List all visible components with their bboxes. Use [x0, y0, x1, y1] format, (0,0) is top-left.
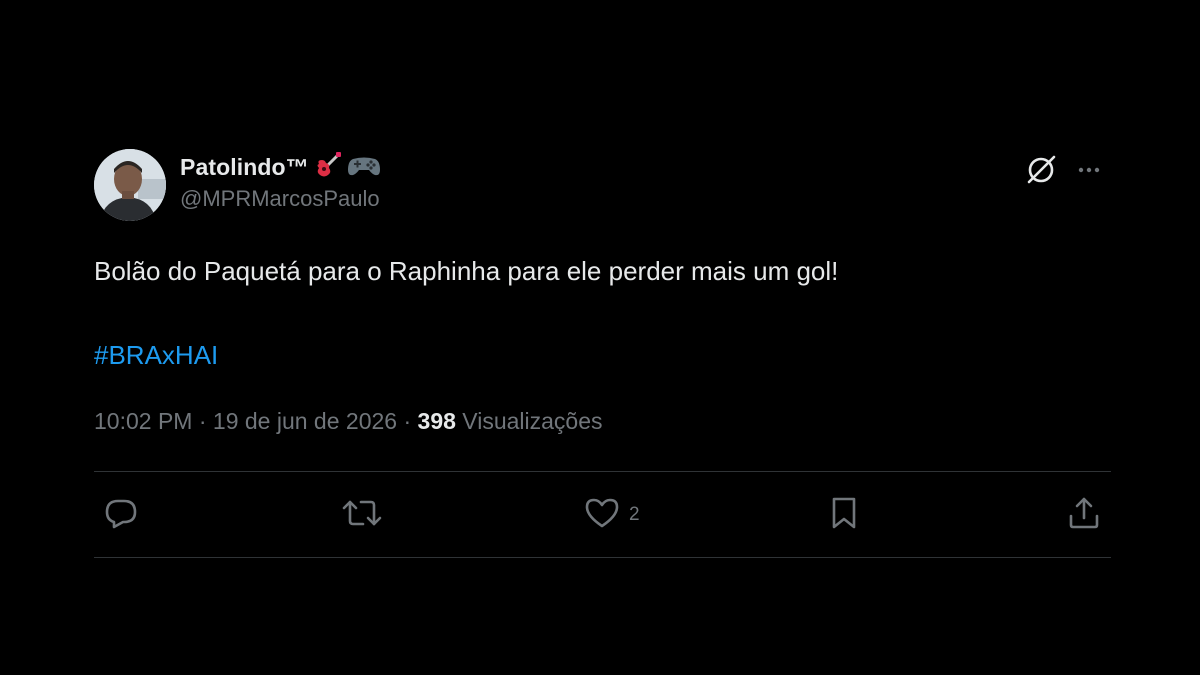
repost-button[interactable] — [341, 496, 391, 534]
tweet-card: Patolindo™ @MPRMarcosPaulo Bolão do Paqu… — [94, 146, 1111, 558]
views-count: 398 — [417, 408, 456, 434]
tweet-text: Bolão do Paquetá para o Raphinha para el… — [94, 256, 839, 286]
meta-separator: · — [403, 408, 412, 434]
user-handle[interactable]: @MPRMarcosPaulo — [180, 186, 381, 212]
share-icon — [1065, 494, 1103, 537]
display-name[interactable]: Patolindo™ — [180, 154, 309, 181]
grok-icon[interactable] — [1019, 148, 1063, 192]
like-button[interactable]: 2 — [583, 496, 640, 534]
more-options-icon[interactable] — [1067, 148, 1111, 192]
display-name-row: Patolindo™ — [180, 150, 381, 185]
reply-button[interactable] — [102, 496, 140, 534]
views-label[interactable]: Visualizações — [462, 408, 602, 434]
tweet-meta: 10:02 PM · 19 de jun de 2026 · 398 Visua… — [94, 404, 1111, 438]
tweet-time[interactable]: 10:02 PM — [94, 408, 192, 434]
avatar-photo-icon — [94, 149, 166, 221]
heart-icon — [583, 494, 621, 537]
bookmark-button[interactable] — [825, 496, 863, 534]
tweet-date[interactable]: 19 de jun de 2026 — [213, 408, 397, 434]
like-count: 2 — [629, 504, 640, 525]
gamepad-emoji-icon — [347, 150, 381, 185]
divider-bottom — [94, 557, 1111, 558]
share-button[interactable] — [1065, 496, 1103, 534]
reply-icon — [102, 494, 140, 537]
repost-icon — [341, 494, 383, 537]
avatar[interactable] — [94, 149, 166, 221]
tweet-header: Patolindo™ @MPRMarcosPaulo — [94, 146, 1111, 222]
hashtag-link[interactable]: #BRAxHAI — [94, 338, 218, 372]
guitar-emoji-icon — [313, 150, 343, 185]
meta-separator: · — [198, 408, 207, 434]
action-bar: 2 — [94, 472, 1111, 557]
header-actions — [1019, 148, 1111, 192]
author-block: Patolindo™ @MPRMarcosPaulo — [180, 150, 381, 212]
bookmark-icon — [825, 494, 863, 537]
